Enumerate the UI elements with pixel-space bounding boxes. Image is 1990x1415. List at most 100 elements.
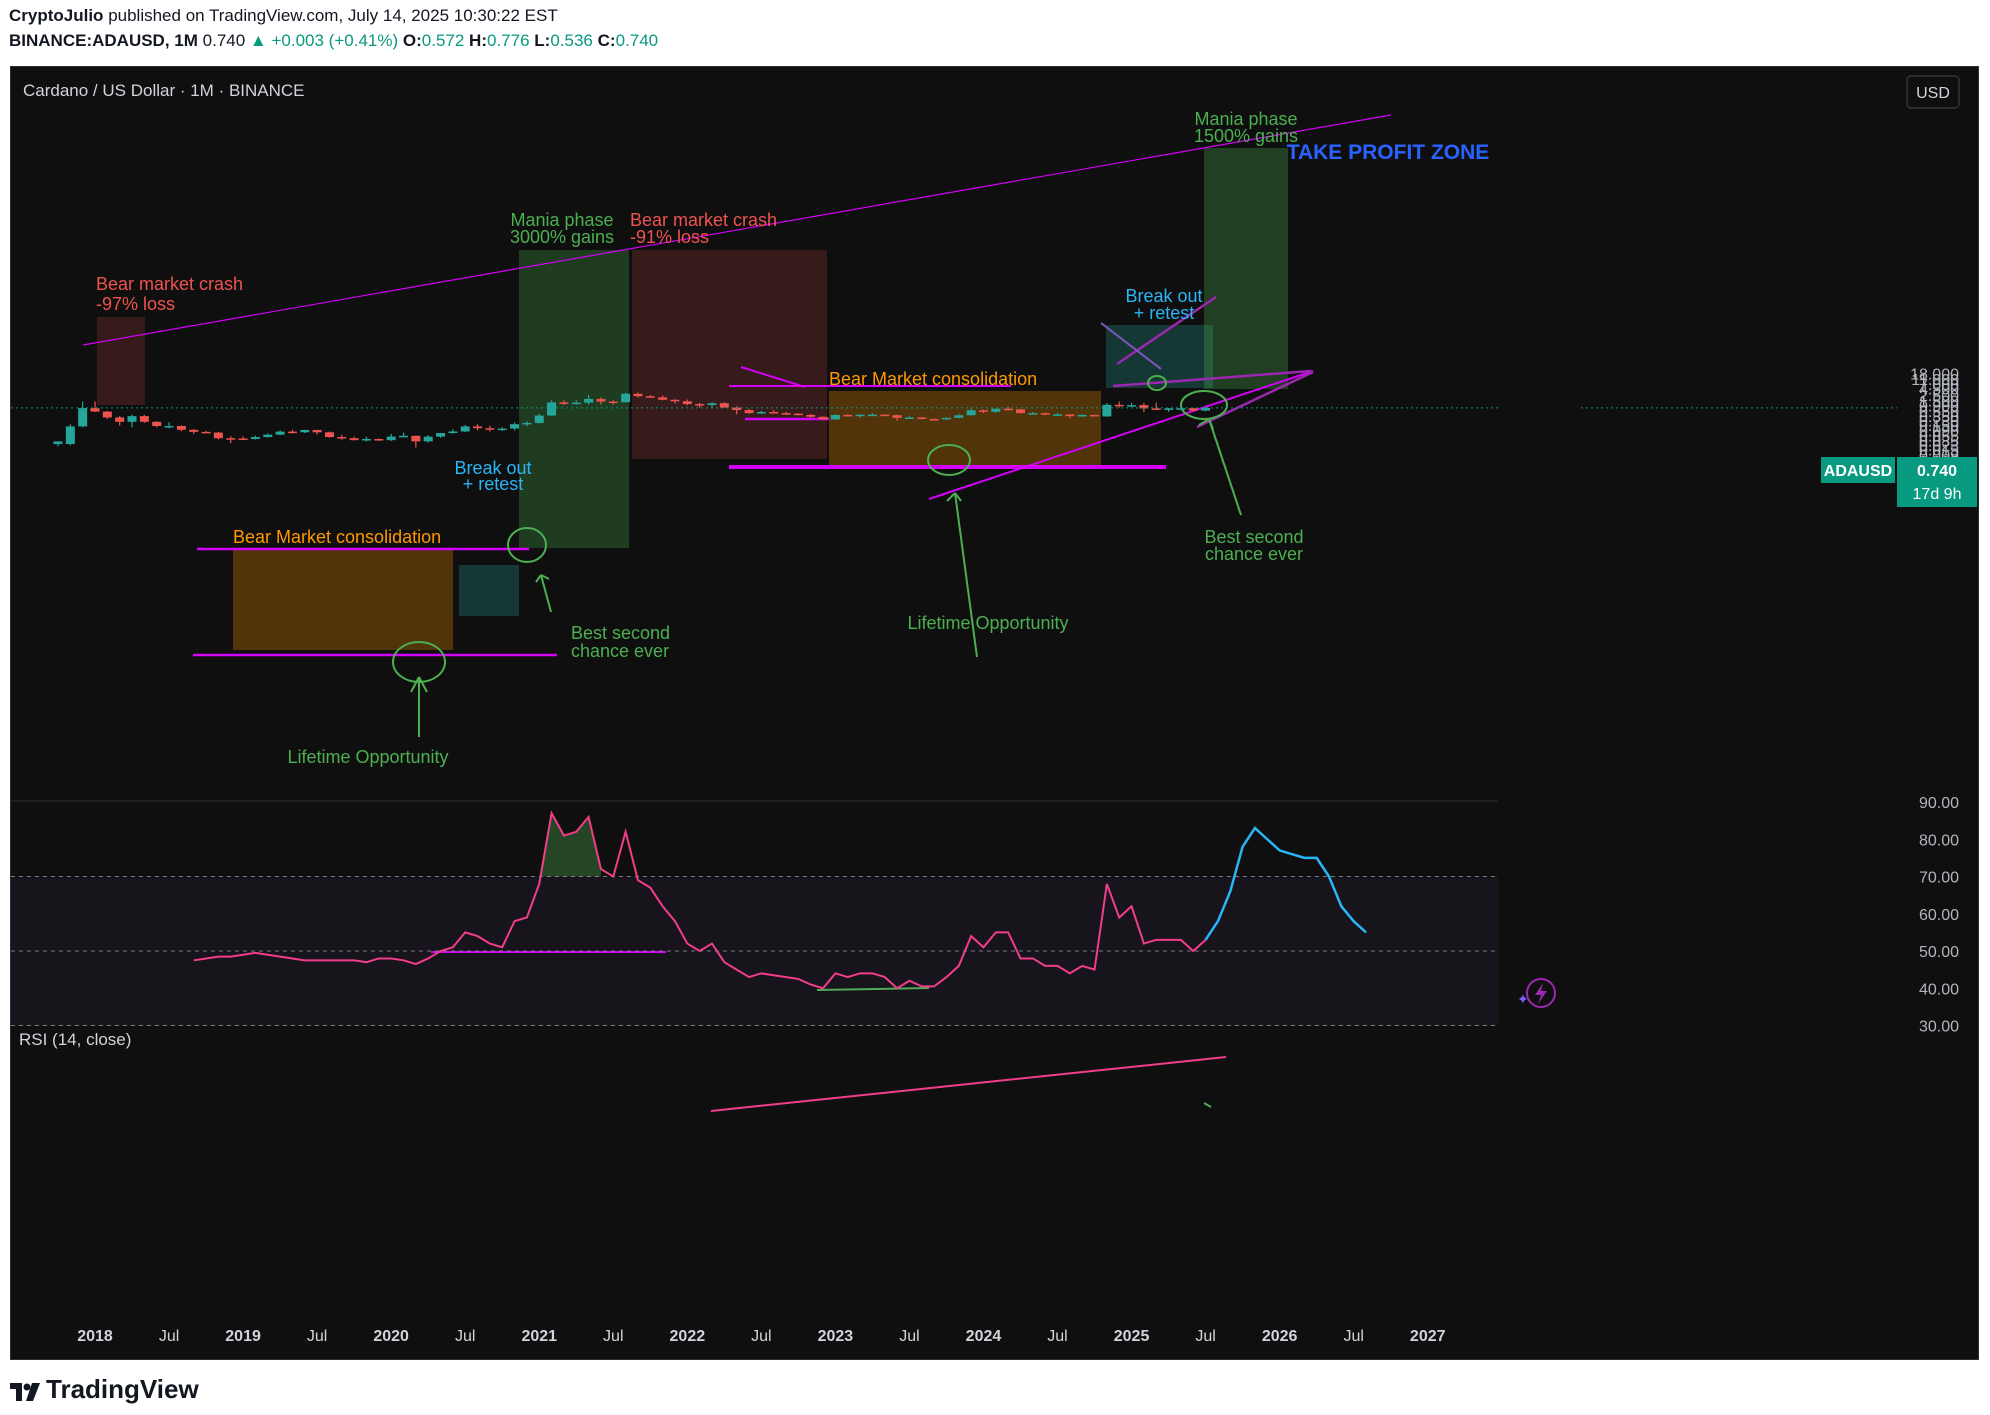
time-tick: Jul	[1047, 1328, 1067, 1345]
candle-body	[448, 431, 458, 434]
rsi-tick: 40.00	[1919, 981, 1959, 998]
candle-body	[510, 424, 520, 429]
annotation-label: Lifetime Opportunity	[287, 747, 448, 767]
rsi-tick: 60.00	[1919, 907, 1959, 924]
candle-body	[423, 436, 433, 442]
candle-body	[756, 412, 766, 414]
price-badge-symbol: ADAUSD	[1824, 463, 1892, 480]
candle-body	[695, 404, 705, 406]
candle-body	[115, 417, 125, 422]
candle-body	[436, 433, 446, 437]
candle-body	[1151, 408, 1161, 410]
candle-body	[226, 438, 236, 440]
publish-date: published on TradingView.com, July 14, 2…	[108, 6, 558, 25]
candle-body	[707, 403, 717, 406]
annotation-zone	[1204, 148, 1288, 389]
candle-body	[1176, 408, 1186, 410]
time-tick: Jul	[603, 1328, 623, 1345]
price-change: +0.003 (+0.41%)	[271, 31, 399, 50]
annotation-label: -91% loss	[630, 227, 709, 247]
rsi-tick: 90.00	[1919, 795, 1959, 812]
annotation-label: TAKE PROFIT ZONE	[1287, 141, 1490, 164]
candle-body	[1028, 413, 1038, 415]
candle-body	[460, 426, 470, 432]
candle-body	[670, 399, 680, 402]
time-tick: 2018	[77, 1328, 113, 1345]
candle-body	[522, 422, 532, 425]
candle-body	[127, 416, 137, 422]
open-label: O:	[402, 31, 422, 50]
candle-body	[201, 431, 211, 434]
candle-body	[1090, 414, 1100, 417]
currency-button[interactable]: USD	[1906, 75, 1960, 109]
footer-brand[interactable]: TradingView	[10, 1374, 199, 1405]
candle-body	[300, 429, 310, 433]
symbol-label: BINANCE:ADAUSD, 1M	[9, 31, 198, 50]
candle-body	[966, 410, 976, 416]
close-value: 0.740	[615, 31, 659, 50]
candle-body	[645, 396, 655, 398]
candle-body	[1164, 408, 1174, 410]
candle-body	[793, 413, 803, 416]
candle-body	[1016, 409, 1025, 414]
annotation-label: Lifetime Opportunity	[907, 613, 1068, 633]
annotation-zone	[459, 565, 519, 616]
candle-body	[337, 437, 347, 439]
low-label: L:	[534, 31, 551, 50]
candle-body	[1114, 404, 1124, 407]
ohlc-header: BINANCE:ADAUSD, 1M 0.740 ▲ +0.003 (+0.41…	[9, 31, 658, 51]
candle-body	[682, 401, 692, 405]
rsi-tick: 50.00	[1919, 944, 1959, 961]
candle-body	[399, 435, 408, 438]
high-label: H:	[469, 31, 487, 50]
candle-body	[263, 434, 273, 438]
annotation-label: 3000% gains	[510, 227, 614, 247]
annotation-label: Bear Market consolidation	[829, 369, 1037, 389]
close-label: C:	[597, 31, 616, 50]
time-tick: 2024	[966, 1328, 1002, 1345]
candle-body	[238, 438, 248, 440]
candle-body	[843, 414, 853, 417]
candle-body	[1077, 414, 1087, 417]
candle-body	[1188, 408, 1198, 411]
brand-name: TradingView	[46, 1374, 199, 1404]
candle-body	[1065, 414, 1075, 417]
candle-body	[929, 418, 939, 421]
annotation-label: Bear market crash	[96, 274, 243, 294]
candle-body	[658, 397, 668, 400]
svg-text:✦: ✦	[1517, 991, 1529, 1007]
candle-body	[497, 428, 507, 431]
candle-body	[608, 401, 618, 404]
price-badge-value: 0.740	[1917, 463, 1957, 480]
candle-body	[571, 402, 581, 405]
low-value: 0.536	[550, 31, 593, 50]
time-tick: 2021	[521, 1328, 557, 1345]
annotation-label: Bear Market consolidation	[233, 527, 441, 547]
candle-body	[374, 439, 384, 441]
candle-body	[275, 431, 285, 435]
candle-body	[991, 408, 1001, 412]
candle-body	[139, 416, 149, 422]
candle-body	[78, 408, 88, 427]
time-tick: Jul	[1343, 1328, 1363, 1345]
candle-body	[978, 410, 988, 412]
candle-body	[941, 417, 951, 420]
candle-body	[213, 432, 223, 439]
price-chart[interactable]: Bear market crash-97% loss Bear Market co…	[11, 67, 1978, 1359]
candle-body	[485, 428, 495, 430]
candle-body	[781, 413, 791, 415]
rsi-tick: 30.00	[1919, 1019, 1959, 1036]
candle-body	[90, 408, 100, 412]
candle-body	[621, 393, 631, 403]
price-axis-bg	[1499, 67, 1578, 1359]
annotation-zone	[233, 550, 453, 650]
candle-body	[152, 421, 162, 427]
candle-body	[250, 437, 260, 440]
author-name[interactable]: CryptoJulio	[9, 6, 103, 25]
currency-label[interactable]: USD	[1916, 85, 1950, 102]
candle-body	[473, 426, 483, 429]
candle-body	[53, 441, 63, 445]
time-tick: 2025	[1114, 1328, 1150, 1345]
candle-body	[596, 398, 606, 402]
time-tick: 2027	[1410, 1328, 1446, 1345]
